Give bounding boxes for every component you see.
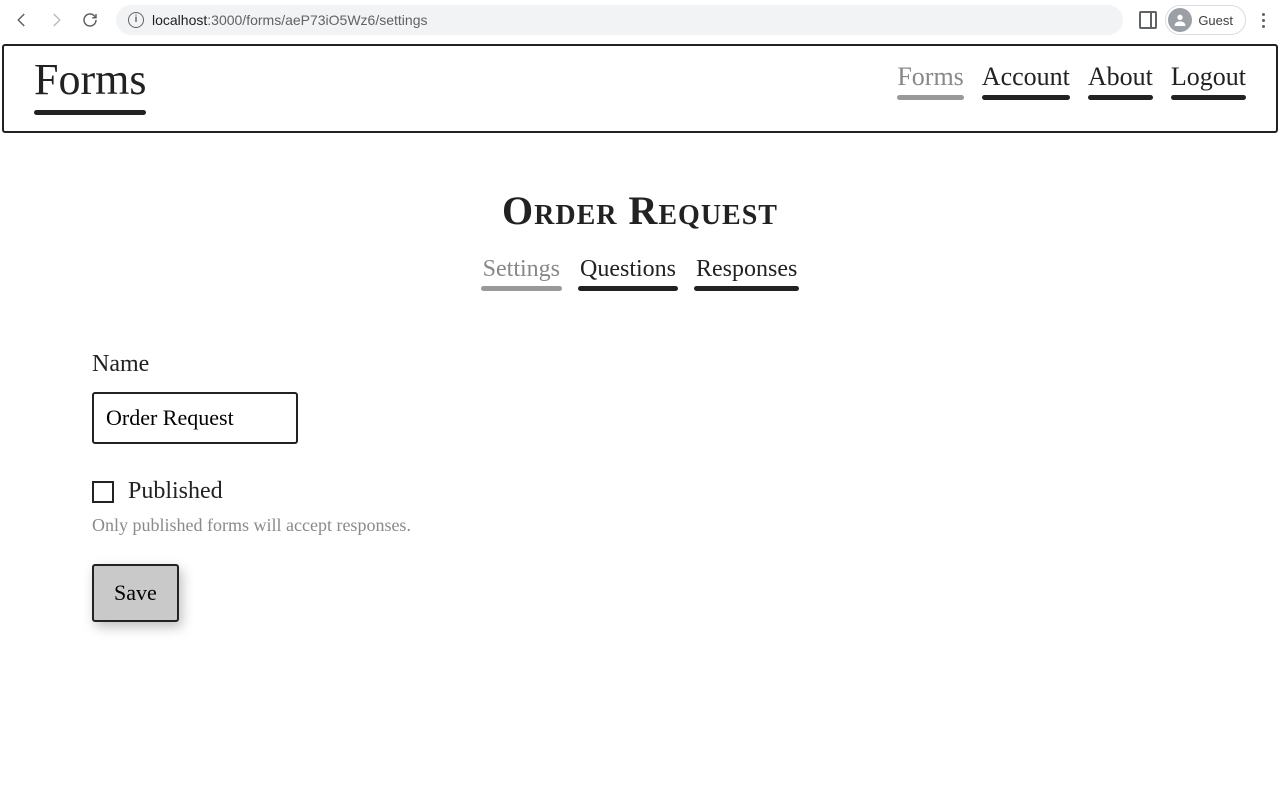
profile-chip[interactable]: Guest	[1165, 5, 1246, 35]
browser-right-controls: Guest	[1139, 5, 1272, 35]
avatar-icon	[1168, 8, 1192, 32]
browser-back-button[interactable]	[8, 6, 36, 34]
app-header: Forms Forms Account About Logout	[4, 46, 1276, 131]
tab-settings[interactable]: Settings	[481, 256, 562, 291]
browser-menu-button[interactable]	[1254, 9, 1272, 32]
side-panel-icon[interactable]	[1139, 11, 1157, 29]
nav-logout[interactable]: Logout	[1171, 62, 1246, 100]
nav-forms[interactable]: Forms	[897, 62, 963, 100]
name-label: Name	[92, 351, 612, 378]
published-label: Published	[128, 478, 223, 505]
app-container: Forms Forms Account About Logout	[2, 44, 1278, 133]
page-title: Order Request	[92, 187, 1188, 234]
url-text: localhost:3000/forms/aeP73iO5Wz6/setting…	[152, 12, 428, 28]
tab-responses[interactable]: Responses	[694, 256, 799, 291]
brand-logo[interactable]: Forms	[34, 54, 146, 115]
profile-label: Guest	[1198, 13, 1233, 28]
main-content: Order Request Settings Questions Respons…	[0, 187, 1280, 662]
name-input[interactable]	[92, 392, 298, 444]
published-checkbox[interactable]	[92, 481, 114, 503]
reload-icon	[81, 11, 99, 29]
browser-reload-button[interactable]	[76, 6, 104, 34]
form-tabs: Settings Questions Responses	[92, 256, 1188, 291]
browser-forward-button[interactable]	[42, 6, 70, 34]
browser-chrome: i localhost:3000/forms/aeP73iO5Wz6/setti…	[0, 0, 1280, 40]
settings-form: Name Published Only published forms will…	[92, 351, 612, 622]
top-nav: Forms Account About Logout	[897, 62, 1246, 100]
arrow-right-icon	[47, 11, 65, 29]
save-button[interactable]: Save	[92, 564, 179, 622]
tab-questions[interactable]: Questions	[578, 256, 678, 291]
site-info-icon[interactable]: i	[128, 12, 144, 28]
arrow-left-icon	[13, 11, 31, 29]
published-row: Published	[92, 478, 612, 505]
nav-about[interactable]: About	[1088, 62, 1153, 100]
published-helper-text: Only published forms will accept respons…	[92, 515, 612, 536]
nav-account[interactable]: Account	[982, 62, 1070, 100]
browser-address-bar[interactable]: i localhost:3000/forms/aeP73iO5Wz6/setti…	[116, 5, 1123, 35]
